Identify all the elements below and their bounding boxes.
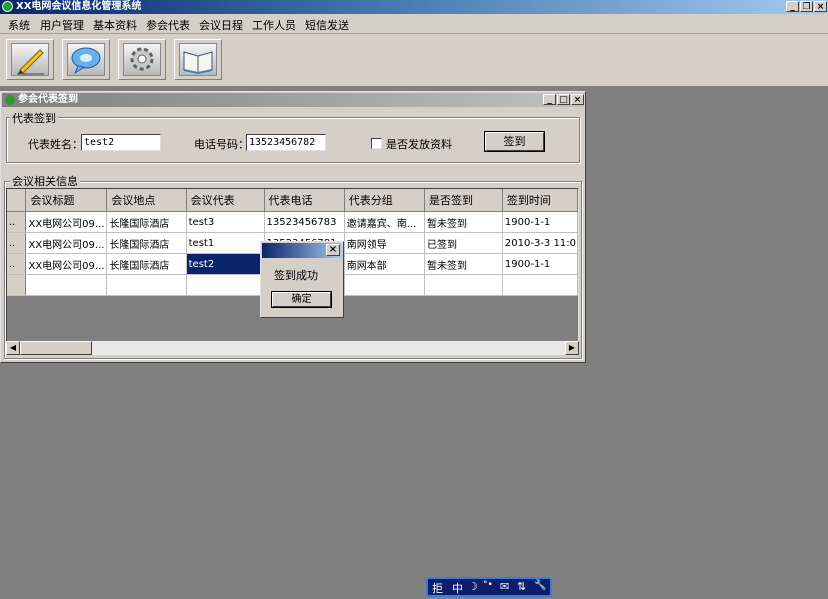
switch-icon[interactable]: ⇅ [517,580,526,593]
phone-field[interactable]: 13523456782 [246,134,326,151]
window-logo-icon [5,95,15,105]
table-cell[interactable]: 已签到 [424,232,503,254]
table-cell[interactable]: 南网领导 [344,232,426,254]
dialog-title-bar: × [262,243,342,258]
app-title: XX电网会议信息化管理系统 [16,1,142,12]
toolbar-button-settings[interactable] [118,39,166,80]
table-cell[interactable]: 1900-1-1 [502,253,578,275]
language-bar: 拒 中 ☽ °• ✉ ⇅ 🔧 [426,577,552,597]
name-label: 代表姓名： [28,138,83,151]
column-header[interactable]: 会议标题 [25,189,108,212]
material-checkbox[interactable] [371,138,382,149]
toolbar-button-message[interactable] [62,39,110,80]
signin-window-title-bar: 参会代表签到 _ □ × [2,93,584,107]
ime-toggle-icon[interactable]: 拒 [432,580,443,596]
table-cell[interactable] [106,274,187,296]
scroll-right-icon[interactable]: ▶ [565,341,579,355]
success-dialog: × 签到成功 确定 [260,241,344,318]
row-indicator[interactable]: .. [7,232,27,254]
table-cell[interactable]: 邀请嘉宾、南... [344,211,426,233]
restore-button[interactable]: ❐ [800,1,813,12]
table-cell[interactable]: test1 [186,232,265,254]
row-indicator[interactable]: .. [7,211,27,233]
dialog-ok-button[interactable]: 确定 [271,291,332,308]
dialog-close-button[interactable]: × [326,244,340,256]
table-cell-selected[interactable]: test2 [186,253,265,275]
row-indicator[interactable]: .. [7,253,27,275]
table-cell[interactable]: 南网本部 [344,253,426,275]
mail-icon[interactable]: ✉ [500,580,509,593]
signin-group-label: 代表签到 [10,110,58,126]
table-cell[interactable] [344,274,426,296]
scroll-left-icon[interactable]: ◀ [6,341,20,355]
table-cell[interactable]: 暂未签到 [424,211,503,233]
table-cell[interactable]: 2010-3-3 11:0 [502,232,578,254]
meeting-info-label: 会议相关信息 [10,173,80,189]
toolbar-button-edit[interactable] [6,39,54,80]
app-title-bar: XX电网会议信息化管理系统 _ ❐ × [0,0,828,14]
signin-button[interactable]: 签到 [484,131,545,152]
table-header-row: 会议标题 会议地点 会议代表 代表电话 代表分组 是否签到 签到时间 [7,189,578,212]
table-cell[interactable]: 长隆国际酒店 [106,253,187,275]
book-icon [179,43,217,76]
menu-sms[interactable]: 短信发送 [305,17,349,33]
child-maximize-button[interactable]: □ [557,94,570,105]
scroll-thumb[interactable] [20,341,92,355]
column-header[interactable]: 代表分组 [344,189,426,212]
child-minimize-button[interactable]: _ [543,94,556,105]
toolbar-button-docs[interactable] [174,39,222,80]
child-close-button[interactable]: × [571,94,584,105]
table-cell[interactable]: 长隆国际酒店 [106,211,187,233]
row-indicator-header [7,189,27,212]
table-cell[interactable]: 1900-1-1 [502,211,578,233]
punctuation-icon[interactable]: °• [483,580,493,590]
column-header[interactable]: 代表电话 [264,189,345,212]
wrench-icon[interactable]: 🔧 [534,580,546,591]
toolbar [0,34,828,87]
table-cell[interactable] [25,274,108,296]
menu-basic-data[interactable]: 基本资料 [93,17,137,33]
table-cell[interactable] [424,274,503,296]
column-header[interactable]: 是否签到 [424,189,503,212]
phone-label: 电话号码： [194,138,249,151]
material-checkbox-label: 是否发放资料 [386,138,452,151]
menu-bar: 系统 用户管理 基本资料 参会代表 会议日程 工作人员 短信发送 [0,14,828,34]
menu-user-management[interactable]: 用户管理 [40,17,84,33]
signin-window-title: 参会代表签到 [18,94,78,105]
horizontal-scrollbar[interactable]: ◀ ▶ [6,341,579,355]
table-cell[interactable]: XX电网公司09... [25,211,108,233]
menu-staff[interactable]: 工作人员 [252,17,296,33]
menu-schedule[interactable]: 会议日程 [199,17,243,33]
table-cell[interactable]: 暂未签到 [424,253,503,275]
chinese-mode-icon[interactable]: 中 [452,580,463,596]
column-header[interactable]: 签到时间 [502,189,578,212]
pencil-icon [11,43,49,76]
table-cell[interactable]: test3 [186,211,265,233]
moon-icon[interactable]: ☽ [468,580,478,593]
app-logo-icon [2,1,13,12]
column-header[interactable]: 会议地点 [106,189,187,212]
table-cell[interactable]: 13523456783 [264,211,345,233]
table-row[interactable]: .. XX电网公司09... 长隆国际酒店 test3 13523456783 … [7,211,578,233]
chat-bubble-icon [67,43,105,76]
table-cell[interactable]: XX电网公司09... [25,253,108,275]
row-indicator[interactable] [7,274,27,296]
minimize-button[interactable]: _ [786,1,799,12]
table-cell[interactable] [186,274,265,296]
table-cell[interactable]: XX电网公司09... [25,232,108,254]
dialog-message: 签到成功 [274,269,318,282]
column-header[interactable]: 会议代表 [186,189,265,212]
name-field[interactable]: test2 [81,134,161,151]
menu-system[interactable]: 系统 [8,17,30,33]
close-button[interactable]: × [814,1,827,12]
gear-icon [123,43,161,76]
menu-delegates[interactable]: 参会代表 [146,17,190,33]
table-cell[interactable] [502,274,578,296]
table-cell[interactable]: 长隆国际酒店 [106,232,187,254]
